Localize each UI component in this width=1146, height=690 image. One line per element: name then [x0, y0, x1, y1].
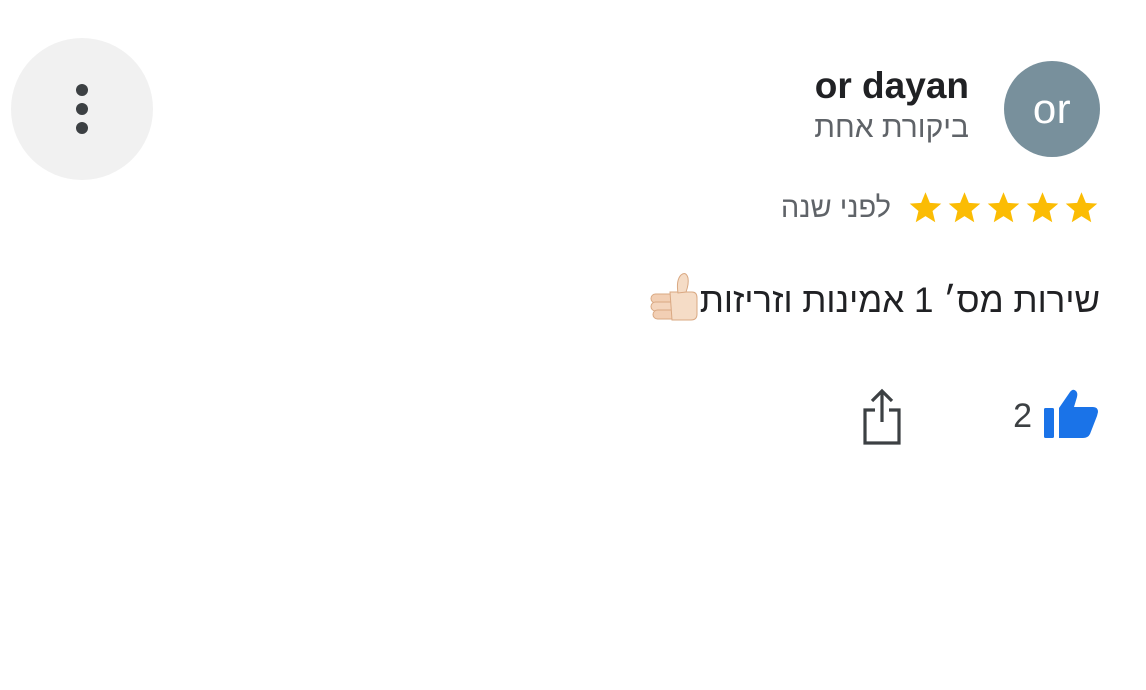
reviewer-info[interactable]: or dayan ביקורת אחת [814, 64, 969, 148]
reviewer-review-count: ביקורת אחת [814, 111, 969, 144]
review-card: or dayan ביקורת אחת or לפני שנה שירות מס… [0, 0, 1146, 690]
review-time: לפני שנה [780, 191, 891, 224]
more-options-button[interactable] [11, 38, 153, 180]
rating-row: לפני שנה [781, 190, 1100, 226]
star-icon [1024, 190, 1061, 226]
share-button[interactable] [856, 388, 908, 450]
star-icon [907, 190, 944, 226]
more-vert-icon [75, 83, 89, 135]
like-count: 2 [1013, 397, 1032, 435]
star-icon [946, 190, 983, 226]
like-button[interactable]: 2 [1013, 388, 1100, 445]
star-icon [1063, 190, 1100, 226]
avatar[interactable]: or [1004, 61, 1100, 157]
review-text: שירות מס׳ 1 אמינות וזריזות [648, 272, 1100, 329]
avatar-initials: or [1032, 85, 1072, 132]
thumbs-up-emoji-icon [648, 272, 700, 329]
star-rating [907, 190, 1100, 226]
star-icon [985, 190, 1022, 226]
share-icon [862, 388, 902, 451]
thumbs-up-icon [1042, 388, 1100, 445]
reviewer-name[interactable]: or dayan [814, 64, 969, 108]
review-body: שירות מס׳ 1 אמינות וזריזות [699, 280, 1100, 320]
